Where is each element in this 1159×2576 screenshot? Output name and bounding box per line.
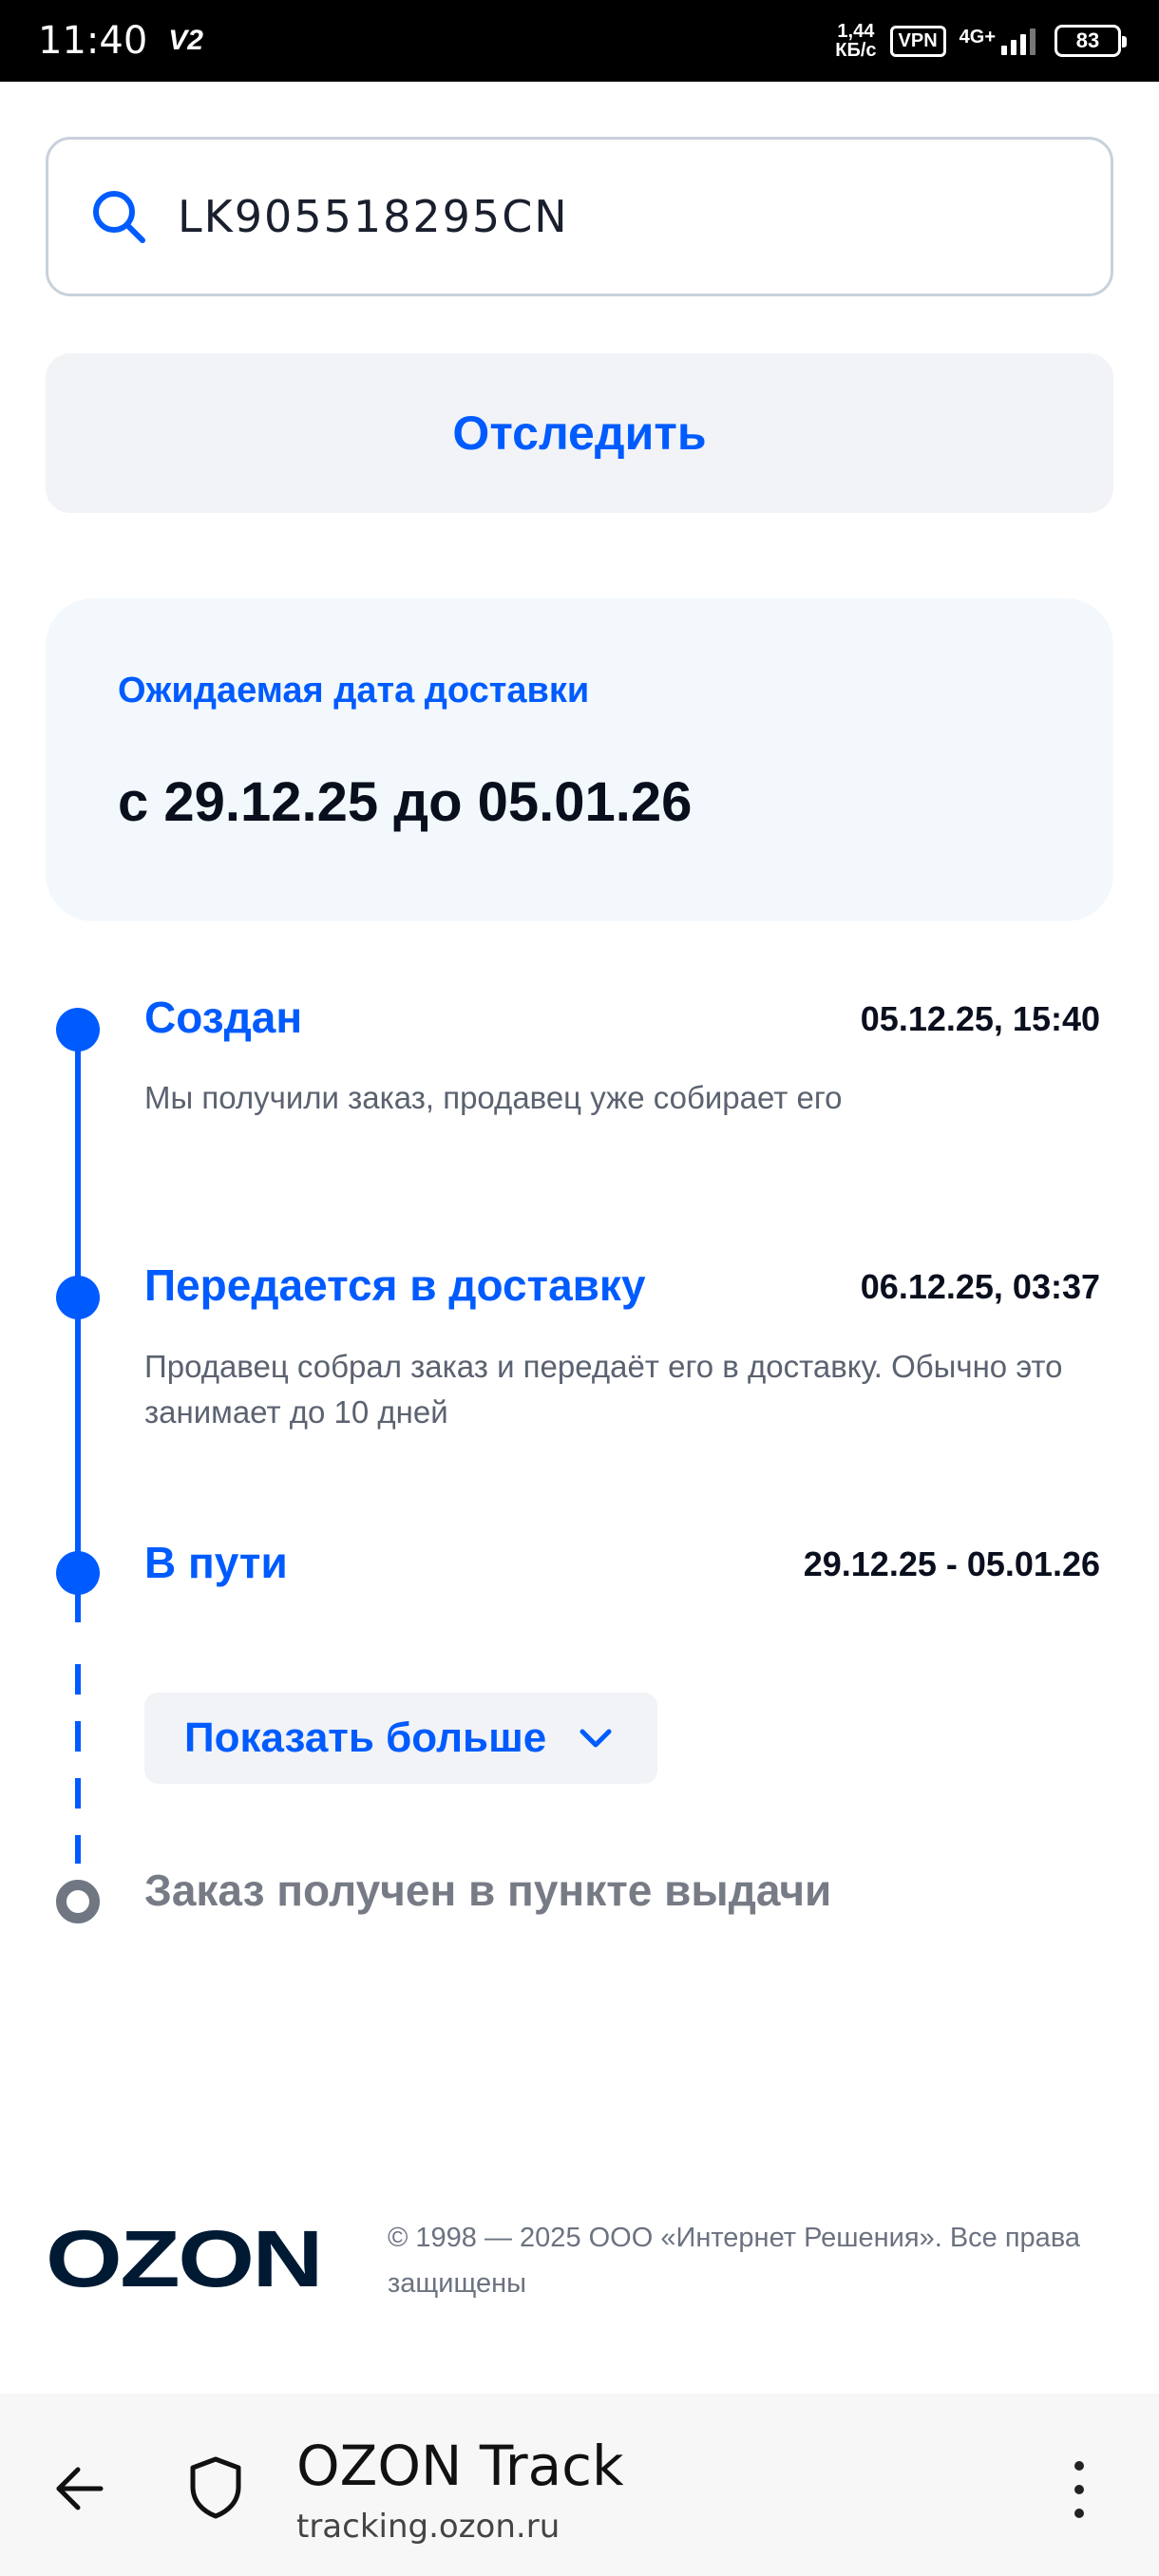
battery-icon: 83 [1054, 25, 1127, 57]
shield-icon[interactable] [186, 2454, 245, 2521]
ozon-logo: OZON [46, 2227, 321, 2294]
timeline-dot [56, 1551, 100, 1595]
status-bar: 11:40 V2 1,44 КБ/с VPN 4G+ 83 [0, 0, 1159, 82]
signal-bar [1020, 34, 1026, 55]
status-indicators: 1,44 КБ/с VPN 4G+ 83 [835, 22, 1127, 60]
ozon-logo-text: OZON [46, 2227, 321, 2294]
show-more-label: Показать больше [184, 1714, 547, 1761]
carrier-badge: V2 [168, 25, 203, 56]
step-description: Мы получили заказ, продавец уже собирает… [144, 1080, 843, 1115]
more-menu-icon[interactable] [1060, 2456, 1098, 2523]
delivery-label: Ожидаемая дата доставки [118, 671, 590, 710]
back-arrow-icon[interactable] [51, 2460, 108, 2517]
vpn-icon: VPN [889, 25, 946, 57]
browser-url[interactable]: tracking.ozon.ru [296, 2508, 560, 2546]
step-date: 06.12.25, 03:37 [860, 1267, 1100, 1306]
signal-bar [1030, 28, 1036, 55]
network-type: 4G+ [959, 27, 996, 47]
step-title: В пути [144, 1538, 288, 1587]
step-date: 29.12.25 - 05.01.26 [803, 1544, 1100, 1583]
track-button[interactable]: Отследить [46, 353, 1113, 513]
step-date: 05.12.25, 15:40 [860, 999, 1100, 1038]
timeline-dashed-line [75, 1664, 81, 1864]
step-description: Продавец собрал заказ и передаёт его в д… [144, 1349, 1063, 1430]
browser-bar: OZON Track tracking.ozon.ru [0, 2394, 1159, 2576]
step-title: Передается в доставку [144, 1260, 646, 1310]
copyright-text: © 1998 — 2025 ООО «Интернет Решения». Вс… [388, 2223, 1081, 2299]
signal-bar [1001, 46, 1007, 55]
network-speed: 1,44 КБ/с [835, 22, 876, 60]
search-input[interactable] [178, 191, 1033, 242]
browser-page-title[interactable]: OZON Track [296, 2434, 624, 2498]
search-box[interactable] [46, 137, 1113, 296]
signal-bar [1011, 40, 1016, 55]
step-title-pending: Заказ получен в пункте выдачи [144, 1866, 832, 1915]
chevron-down-icon [580, 1729, 612, 1748]
status-time: 11:40 [38, 19, 148, 63]
network-speed-unit: КБ/с [835, 40, 877, 61]
show-more-button[interactable]: Показать больше [144, 1693, 657, 1784]
timeline-line [75, 1029, 81, 1622]
battery-level: 83 [1075, 28, 1100, 52]
delivery-card: Ожидаемая дата доставки с 29.12.25 до 05… [46, 598, 1113, 921]
timeline-dot [56, 1276, 100, 1319]
search-icon [93, 191, 145, 243]
timeline-dot [56, 1008, 100, 1051]
signal-icon: 4G+ [960, 27, 1036, 55]
network-speed-value: 1,44 [837, 21, 875, 42]
step-title: Создан [144, 993, 303, 1042]
delivery-range: с 29.12.25 до 05.01.26 [118, 771, 693, 833]
timeline-dot-pending [56, 1880, 100, 1923]
